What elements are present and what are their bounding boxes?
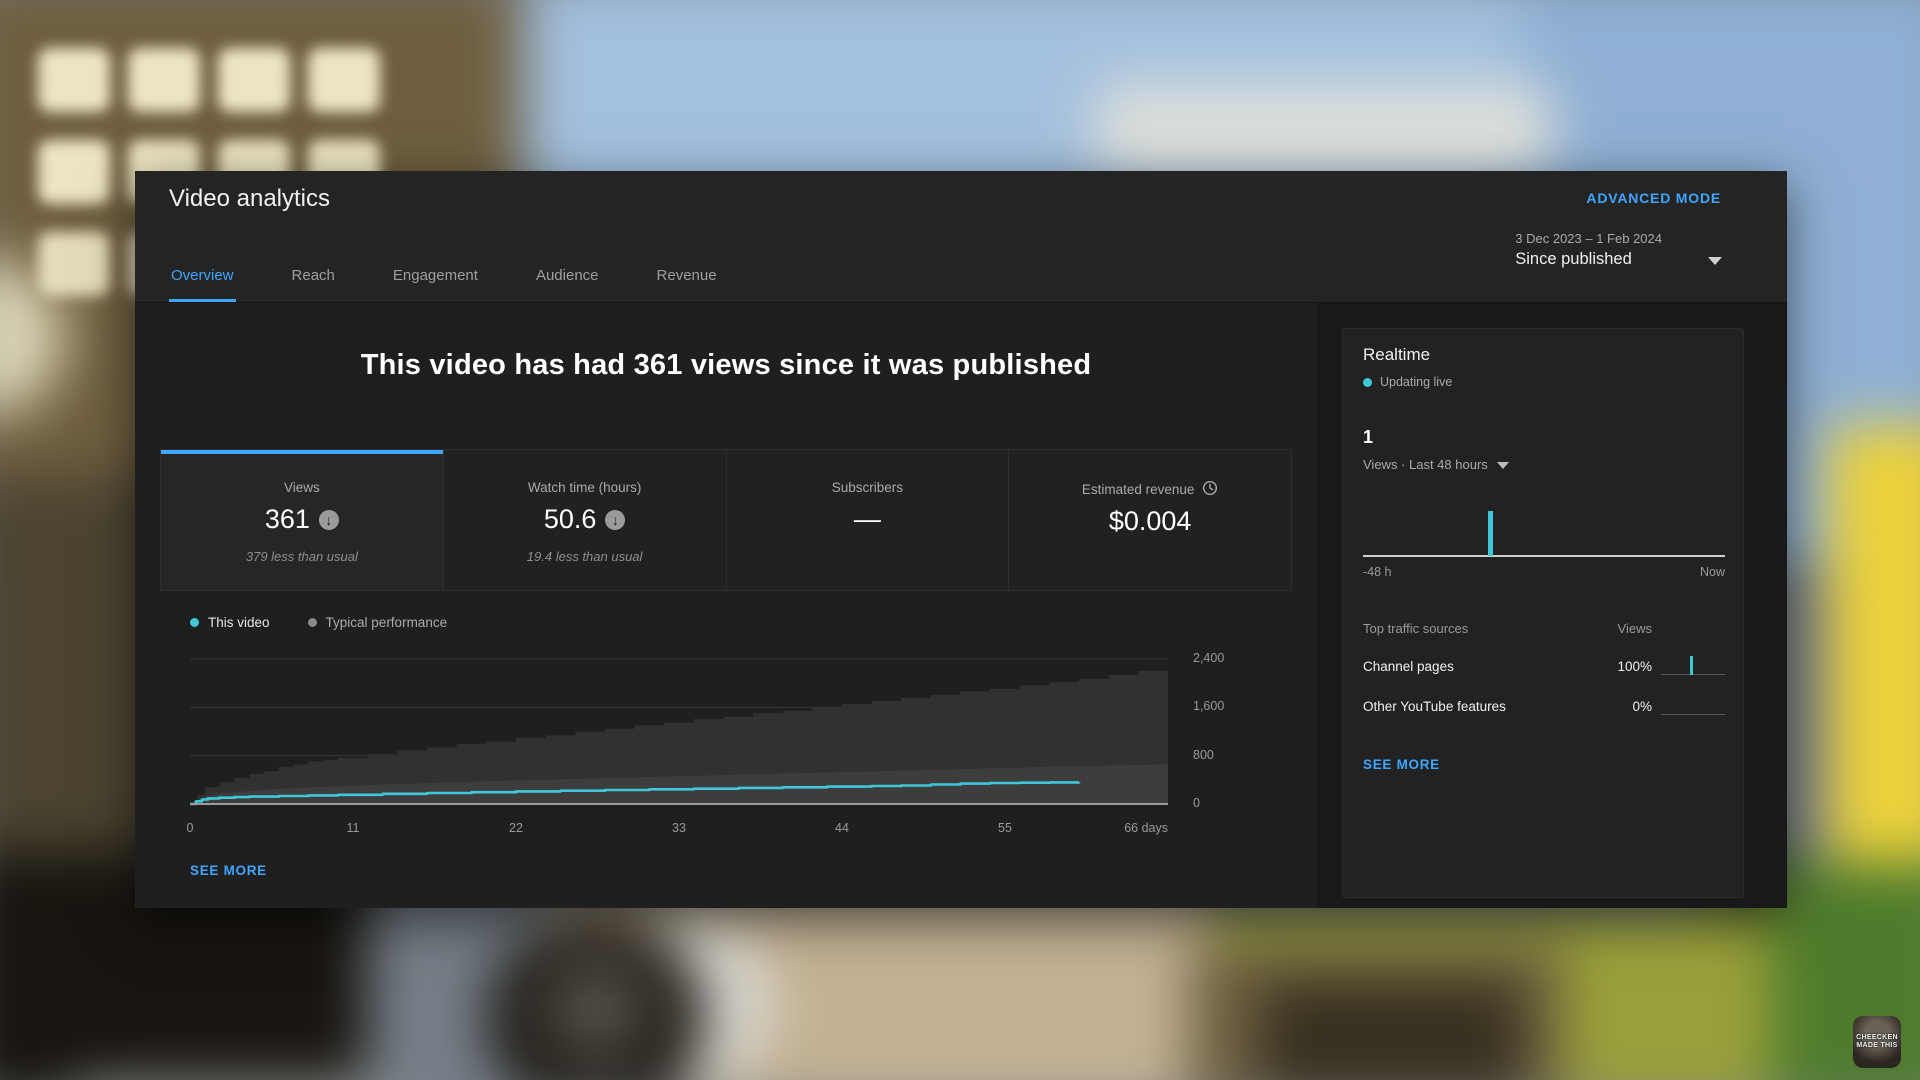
realtime-status-label: Updating live (1380, 375, 1452, 389)
tab-revenue[interactable]: Revenue (655, 267, 719, 302)
tab-engagement[interactable]: Engagement (391, 267, 480, 302)
traffic-source-value: 0% (1586, 699, 1652, 714)
active-card-indicator (161, 450, 443, 454)
realtime-status: Updating live (1363, 375, 1452, 389)
traffic-source-name: Channel pages (1363, 659, 1586, 674)
traffic-source-value: 100% (1586, 659, 1652, 674)
metric-label: Views (161, 480, 443, 495)
legend-dot-typical (308, 618, 317, 627)
chevron-down-icon (1708, 257, 1722, 265)
metric-card-subscribers[interactable]: Subscribers — (726, 450, 1009, 590)
realtime-see-more-link[interactable]: SEE MORE (1363, 757, 1440, 772)
legend-this-video: This video (190, 615, 270, 630)
metric-card-estimated-revenue[interactable]: Estimated revenue $0.004 (1008, 450, 1291, 590)
metric-cards: Views 361 ↓ 379 less than usual Watch tim… (160, 449, 1292, 591)
realtime-bar (1488, 511, 1493, 556)
metric-label: Watch time (hours) (444, 480, 726, 495)
metric-value: $0.004 (1109, 506, 1192, 536)
realtime-chart-x-labels: -48 h Now (1363, 565, 1725, 579)
realtime-card: Realtime Updating live 1 Views · Last 48… (1342, 328, 1744, 898)
realtime-x-left: -48 h (1363, 565, 1392, 579)
metric-label: Subscribers (727, 480, 1009, 495)
down-arrow-icon: ↓ (605, 510, 625, 530)
date-range-picker[interactable]: 3 Dec 2023 – 1 Feb 2024 Since published (1515, 231, 1722, 269)
traffic-sparkline (1661, 695, 1725, 717)
tab-audience[interactable]: Audience (534, 267, 601, 302)
metric-value: — (854, 504, 881, 534)
down-arrow-icon: ↓ (319, 510, 339, 530)
overview-main: This video has had 361 views since it wa… (135, 303, 1317, 908)
live-dot-icon (1363, 378, 1372, 387)
advanced-mode-button[interactable]: ADVANCED MODE (1586, 190, 1721, 206)
views-chart[interactable] (190, 651, 1168, 811)
legend-label: This video (208, 615, 270, 630)
traffic-header-left: Top traffic sources (1363, 621, 1586, 636)
metric-card-views[interactable]: Views 361 ↓ 379 less than usual (161, 450, 443, 590)
legend-label: Typical performance (326, 615, 448, 630)
metric-value: 50.6 (544, 504, 597, 534)
metric-card-watch-time[interactable]: Watch time (hours) 50.6 ↓ 19.4 less than … (443, 450, 726, 590)
realtime-caption-label: Views · Last 48 hours (1363, 457, 1488, 472)
traffic-row-other-features[interactable]: Other YouTube features 0% (1363, 695, 1725, 717)
metric-note: 19.4 less than usual (444, 549, 726, 564)
chart-legend: This video Typical performance (190, 615, 447, 630)
tab-reach[interactable]: Reach (290, 267, 337, 302)
metric-note: 379 less than usual (161, 549, 443, 564)
legend-typical-performance: Typical performance (308, 615, 448, 630)
tab-overview[interactable]: Overview (169, 267, 236, 302)
chart-x-axis: 0112233445566 days (190, 821, 1168, 837)
realtime-bar-chart (1363, 489, 1725, 557)
realtime-sidebar: Realtime Updating live 1 Views · Last 48… (1317, 303, 1787, 908)
metric-label: Estimated revenue (1082, 482, 1195, 497)
chevron-down-icon (1497, 462, 1509, 469)
date-period-label: Since published (1515, 250, 1662, 269)
traffic-sources-header: Top traffic sources Views (1363, 617, 1725, 639)
realtime-views-value: 1 (1363, 427, 1373, 448)
traffic-source-name: Other YouTube features (1363, 699, 1586, 714)
chart-y-axis: 08001,6002,400 (1193, 651, 1263, 821)
page-title: Video analytics (169, 185, 330, 213)
realtime-chart-baseline (1363, 555, 1725, 557)
realtime-title: Realtime (1363, 345, 1430, 365)
metric-value: 361 (265, 504, 310, 534)
clock-icon (1202, 480, 1218, 496)
realtime-views-caption[interactable]: Views · Last 48 hours (1363, 457, 1509, 472)
traffic-header-right: Views (1586, 621, 1652, 636)
date-range-text: 3 Dec 2023 – 1 Feb 2024 (1515, 231, 1662, 246)
screen: Video analytics ADVANCED MODE 3 Dec 2023… (0, 0, 1920, 1080)
legend-dot-this-video (190, 618, 199, 627)
video-analytics-window: Video analytics ADVANCED MODE 3 Dec 2023… (135, 171, 1787, 908)
watermark-line2: MADE THIS (1856, 1042, 1897, 1050)
panel-header: Video analytics ADVANCED MODE 3 Dec 2023… (135, 171, 1787, 303)
see-more-link[interactable]: SEE MORE (190, 863, 267, 878)
traffic-row-channel-pages[interactable]: Channel pages 100% (1363, 655, 1725, 677)
channel-watermark: CHEECKEN MADE THIS (1853, 1016, 1901, 1068)
traffic-sparkline (1661, 655, 1725, 677)
analytics-tabs: Overview Reach Engagement Audience Reven… (169, 267, 719, 302)
realtime-x-right: Now (1700, 565, 1725, 579)
watermark-line1: CHEECKEN (1856, 1034, 1898, 1042)
headline: This video has had 361 views since it wa… (135, 349, 1317, 382)
